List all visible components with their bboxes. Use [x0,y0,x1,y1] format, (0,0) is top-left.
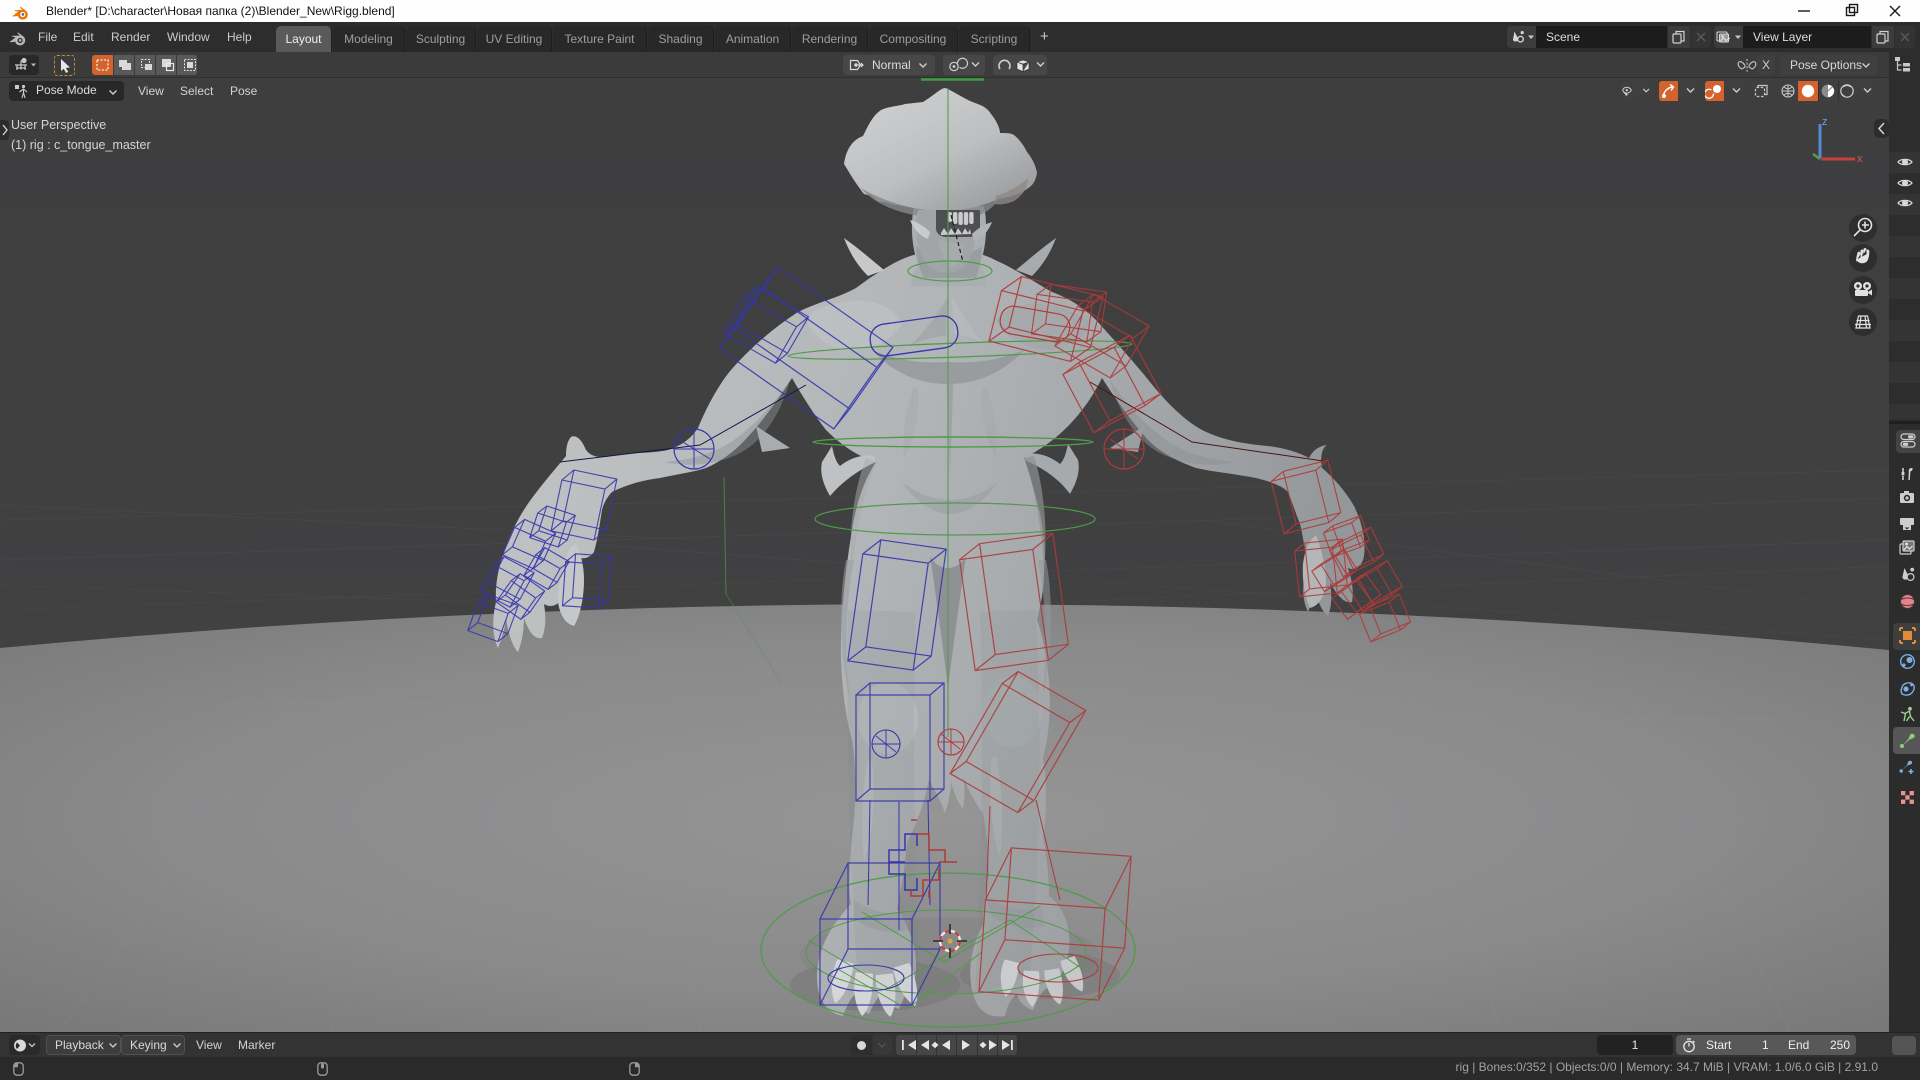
svg-text:x: x [1857,153,1863,165]
svg-text:(1) rig : c_tongue_master: (1) rig : c_tongue_master [11,138,151,152]
svg-text:User Perspective: User Perspective [11,118,106,132]
svg-text:z: z [1822,116,1828,128]
